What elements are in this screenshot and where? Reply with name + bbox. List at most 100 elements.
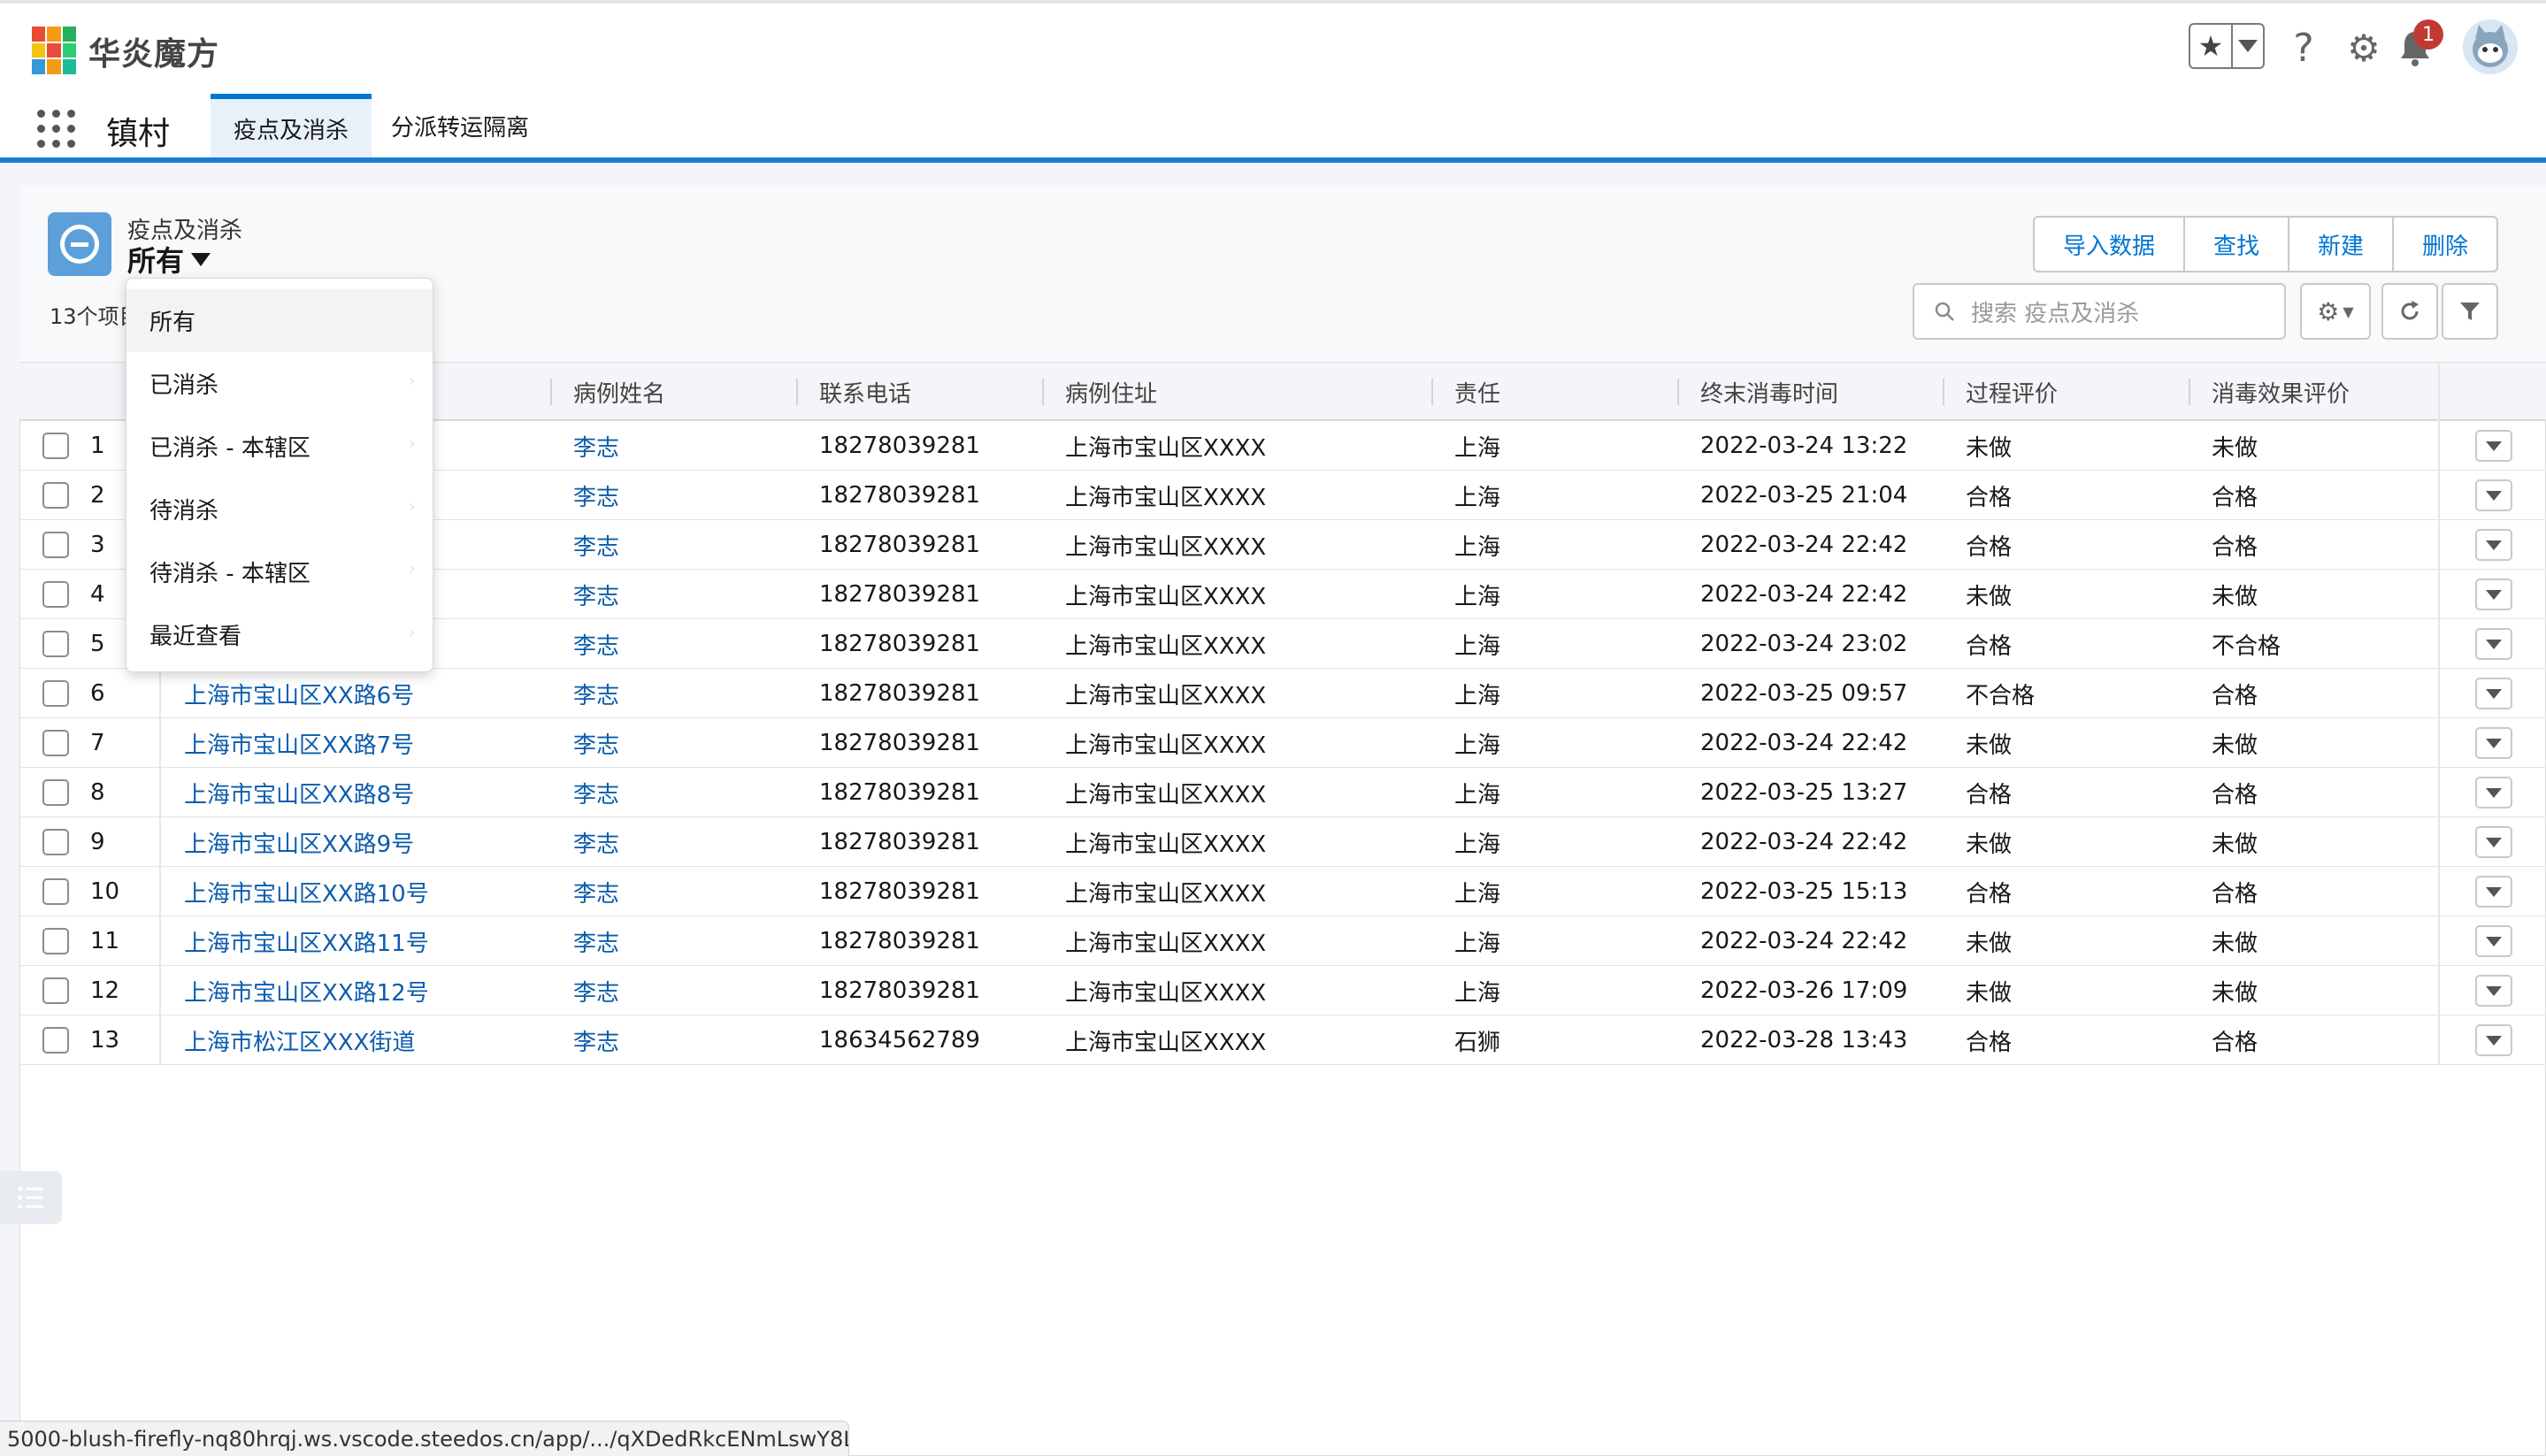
favorites-button[interactable]: ★	[2189, 23, 2265, 69]
view-option-disinfected[interactable]: 已消杀	[127, 352, 433, 415]
view-option-all[interactable]: 所有	[127, 289, 433, 352]
row-actions-button[interactable]	[2475, 678, 2512, 709]
column-header-final-disinfection-time[interactable]: 终末消毒时间	[1676, 363, 1838, 421]
patient-name-link[interactable]: 李志	[573, 916, 619, 966]
record-name-link[interactable]: 上海市宝山区XX路12号	[184, 966, 429, 1015]
column-header-address[interactable]: 病例住址	[1041, 363, 1157, 421]
address-cell: 上海市宝山区XXXX	[1065, 484, 1267, 511]
list-view-selector[interactable]: 所有	[127, 239, 211, 283]
row-select-checkbox[interactable]	[42, 581, 69, 608]
row-actions-button[interactable]	[2475, 529, 2512, 561]
delete-button[interactable]: 删除	[2394, 218, 2496, 271]
effect-evaluation-cell: 未做	[2212, 930, 2258, 957]
record-name-link[interactable]: 上海市松江区XXX街道	[184, 1015, 415, 1065]
view-option-pending-local[interactable]: 待消杀 - 本辖区	[127, 540, 433, 603]
row-select-checkbox[interactable]	[42, 1027, 69, 1054]
patient-name-link[interactable]: 李志	[573, 718, 619, 768]
find-button[interactable]: 查找	[2185, 218, 2290, 271]
patient-name-link[interactable]: 李志	[573, 1015, 619, 1065]
table-row[interactable]: 9 上海市宝山区XX路9号 李志 18278039281 上海市宝山区XXXX 上海 202…	[19, 817, 2546, 867]
column-header-phone[interactable]: 联系电话	[795, 363, 911, 421]
row-actions-button[interactable]	[2475, 876, 2512, 908]
chevron-right-icon	[406, 502, 415, 511]
row-select-checkbox[interactable]	[42, 482, 69, 509]
record-name-link[interactable]: 上海市宝山区XX路6号	[184, 669, 414, 718]
patient-name-link[interactable]: 李志	[573, 817, 619, 867]
row-actions-button[interactable]	[2475, 727, 2512, 759]
table-row[interactable]: 10 上海市宝山区XX路10号 李志 18278039281 上海市宝山区XXXX 上海 2…	[19, 867, 2546, 916]
row-select-checkbox[interactable]	[42, 829, 69, 855]
view-option-pending[interactable]: 待消杀	[127, 478, 433, 540]
column-header-process-evaluation[interactable]: 过程评价	[1942, 363, 2058, 421]
patient-name-link[interactable]: 李志	[573, 570, 619, 619]
search-input[interactable]: 搜索 疫点及消杀	[1913, 283, 2286, 340]
row-actions-button[interactable]	[2475, 777, 2512, 808]
tab-dispatch-transfer-isolation[interactable]: 分派转运隔离	[380, 94, 540, 157]
record-name-link[interactable]: 上海市宝山区XX路11号	[184, 916, 429, 966]
record-name-link[interactable]: 上海市宝山区XX路8号	[184, 768, 414, 817]
row-actions-button[interactable]	[2475, 925, 2512, 957]
patient-name-link[interactable]: 李志	[573, 619, 619, 669]
row-select-checkbox[interactable]	[42, 730, 69, 756]
table-row[interactable]: 6 上海市宝山区XX路6号 李志 18278039281 上海市宝山区XXXX 上海 202…	[19, 669, 2546, 718]
column-header-patient-name[interactable]: 病例姓名	[549, 363, 665, 421]
app-launcher-icon[interactable]	[37, 110, 76, 149]
row-actions-button[interactable]	[2475, 975, 2512, 1007]
filter-icon	[2460, 303, 2480, 320]
table-row[interactable]: 12 上海市宝山区XX路12号 李志 18278039281 上海市宝山区XXXX 上海 2…	[19, 966, 2546, 1015]
favorites-dropdown-button[interactable]	[2233, 25, 2263, 67]
patient-name-link[interactable]: 李志	[573, 768, 619, 817]
list-settings-button[interactable]: ⚙ ▼	[2300, 283, 2371, 340]
table-row[interactable]: 8 上海市宝山区XX路8号 李志 18278039281 上海市宝山区XXXX 上海 202…	[19, 768, 2546, 817]
row-select-checkbox[interactable]	[42, 631, 69, 657]
table-row[interactable]: 13 上海市松江区XXX街道 李志 18634562789 上海市宝山区XXXX 石狮 20…	[19, 1015, 2546, 1065]
column-header-effect-evaluation[interactable]: 消毒效果评价	[2188, 363, 2350, 421]
disinfection-time-cell: 2022-03-24 22:42	[1700, 532, 1908, 558]
patient-name-link[interactable]: 李志	[573, 520, 619, 570]
record-name-link[interactable]: 上海市宝山区XX路7号	[184, 718, 414, 768]
tab-outbreak-disinfection[interactable]: 疫点及消杀	[211, 94, 372, 157]
row-select-checkbox[interactable]	[42, 433, 69, 459]
new-button[interactable]: 新建	[2289, 218, 2395, 271]
row-actions-button[interactable]	[2475, 1024, 2512, 1056]
side-panel-toggle[interactable]	[0, 1171, 62, 1224]
import-data-button[interactable]: 导入数据	[2035, 218, 2186, 271]
user-avatar[interactable]	[2463, 19, 2518, 74]
disinfection-time-cell: 2022-03-26 17:09	[1700, 977, 1908, 1004]
brand-logo-icon[interactable]	[32, 27, 76, 74]
filter-button[interactable]	[2442, 283, 2498, 340]
list-icon	[18, 1186, 43, 1209]
record-name-link[interactable]: 上海市宝山区XX路9号	[184, 817, 414, 867]
row-select-checkbox[interactable]	[42, 977, 69, 1004]
phone-cell: 18278039281	[819, 680, 980, 707]
row-actions-button[interactable]	[2475, 479, 2512, 511]
patient-name-link[interactable]: 李志	[573, 867, 619, 916]
brand-name[interactable]: 华炎魔方	[88, 28, 219, 74]
row-select-checkbox[interactable]	[42, 928, 69, 954]
column-header-responsible[interactable]: 责任	[1430, 363, 1500, 421]
help-icon[interactable]: ?	[2282, 26, 2325, 71]
patient-name-link[interactable]: 李志	[573, 966, 619, 1015]
record-name-link[interactable]: 上海市宝山区XX路10号	[184, 867, 429, 916]
view-option-recently-viewed[interactable]: 最近查看	[127, 603, 433, 666]
row-select-checkbox[interactable]	[42, 532, 69, 558]
row-select-checkbox[interactable]	[42, 680, 69, 707]
view-option-disinfected-local[interactable]: 已消杀 - 本辖区	[127, 415, 433, 478]
responsible-cell: 上海	[1454, 732, 1501, 759]
refresh-button[interactable]	[2381, 283, 2438, 340]
star-icon[interactable]: ★	[2190, 25, 2233, 67]
row-select-checkbox[interactable]	[42, 779, 69, 806]
row-select-checkbox[interactable]	[42, 878, 69, 905]
patient-name-link[interactable]: 李志	[573, 421, 619, 471]
caret-down-icon	[2486, 787, 2502, 798]
table-row[interactable]: 11 上海市宝山区XX路11号 李志 18278039281 上海市宝山区XXXX 上海 2…	[19, 916, 2546, 966]
row-actions-button[interactable]	[2475, 430, 2512, 462]
table-row[interactable]: 7 上海市宝山区XX路7号 李志 18278039281 上海市宝山区XXXX 上海 202…	[19, 718, 2546, 768]
patient-name-link[interactable]: 李志	[573, 471, 619, 520]
row-actions-button[interactable]	[2475, 579, 2512, 610]
settings-gear-icon[interactable]: ⚙	[2343, 27, 2385, 70]
row-actions-button[interactable]	[2475, 826, 2512, 858]
row-actions-button[interactable]	[2475, 628, 2512, 660]
view-option-label: 最近查看	[150, 624, 242, 650]
patient-name-link[interactable]: 李志	[573, 669, 619, 718]
